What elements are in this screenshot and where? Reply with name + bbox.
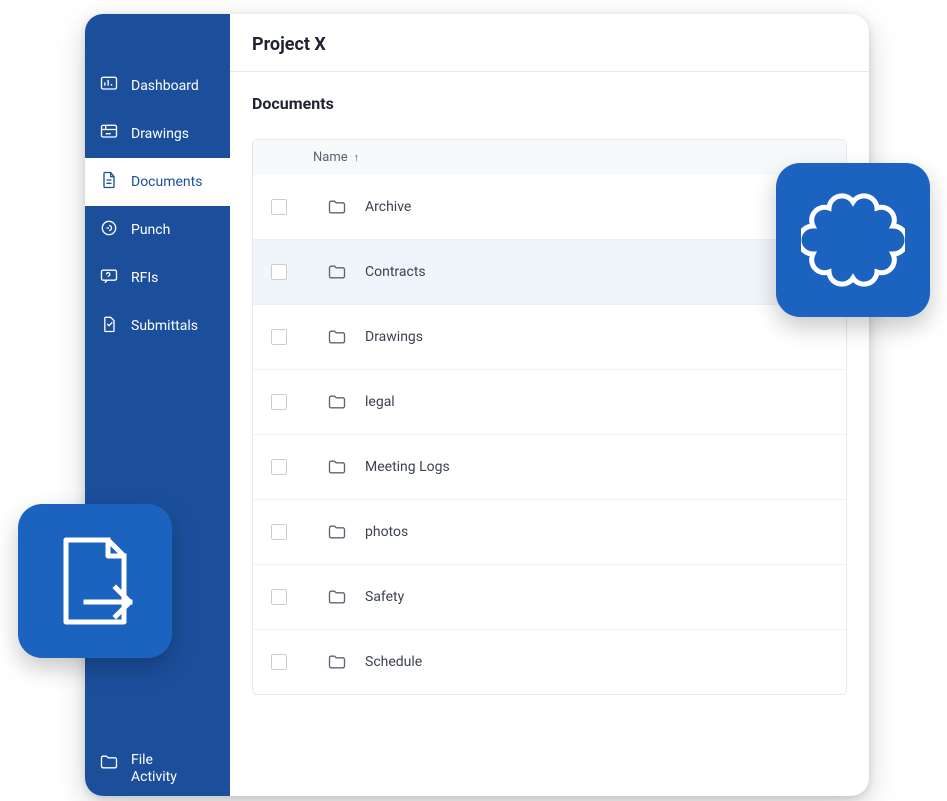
sidebar-item-documents[interactable]: Documents	[85, 158, 230, 206]
folder-icon	[327, 522, 347, 542]
table-row[interactable]: Contracts	[253, 239, 846, 304]
sidebar-item-label: Submittals	[131, 318, 198, 334]
row-checkbox[interactable]	[271, 654, 287, 670]
table-row[interactable]: Meeting Logs	[253, 434, 846, 499]
table-row[interactable]: Drawings	[253, 304, 846, 369]
sidebar: Dashboard Drawings Doc	[85, 14, 230, 796]
app-window: Dashboard Drawings Doc	[85, 14, 869, 796]
submittals-icon	[99, 314, 119, 338]
table-row[interactable]: Safety	[253, 564, 846, 629]
sidebar-item-submittals[interactable]: Submittals	[85, 302, 230, 350]
rfi-icon	[99, 266, 119, 290]
documents-table: Name ↑ Archive Contracts Drawings legal Meet…	[252, 139, 847, 695]
row-name: Contracts	[365, 264, 426, 280]
sidebar-item-label: RFIs	[131, 270, 158, 286]
folder-icon	[327, 262, 347, 282]
row-checkbox[interactable]	[271, 524, 287, 540]
sidebar-item-punch[interactable]: Punch	[85, 206, 230, 254]
documents-icon	[99, 170, 119, 194]
row-name: legal	[365, 394, 395, 410]
main-panel: Project X Documents Name ↑ Archive Contra…	[230, 14, 869, 796]
folder-icon	[327, 587, 347, 607]
folder-icon	[327, 392, 347, 412]
row-checkbox[interactable]	[271, 329, 287, 345]
sidebar-item-drawings[interactable]: Drawings	[85, 110, 230, 158]
dashboard-icon	[99, 74, 119, 98]
folder-icon	[327, 197, 347, 217]
folder-icon	[327, 327, 347, 347]
row-checkbox[interactable]	[271, 459, 287, 475]
sidebar-item-label: Dashboard	[131, 78, 199, 94]
table-row[interactable]: legal	[253, 369, 846, 434]
flower-badge	[776, 163, 930, 317]
row-checkbox[interactable]	[271, 264, 287, 280]
folder-icon	[99, 752, 119, 776]
table-body: Archive Contracts Drawings legal Meeting Log…	[253, 175, 846, 694]
row-name: Drawings	[365, 329, 423, 345]
titlebar: Project X	[230, 14, 869, 72]
sidebar-item-file-activity[interactable]: File Activity	[85, 740, 230, 796]
row-name: Schedule	[365, 654, 422, 670]
sidebar-item-label: File Activity	[131, 752, 177, 786]
section-title: Documents	[230, 72, 869, 123]
punch-icon	[99, 218, 119, 242]
table-header[interactable]: Name ↑	[253, 140, 846, 175]
row-name: Safety	[365, 589, 404, 605]
sidebar-item-dashboard[interactable]: Dashboard	[85, 62, 230, 110]
row-checkbox[interactable]	[271, 589, 287, 605]
page-title: Project X	[252, 34, 847, 55]
table-row[interactable]: Archive	[253, 175, 846, 239]
folder-icon	[327, 457, 347, 477]
sidebar-nav: Dashboard Drawings Doc	[85, 14, 230, 350]
row-name: Archive	[365, 199, 411, 215]
sidebar-item-label: Punch	[131, 222, 170, 238]
sidebar-item-label: Drawings	[131, 126, 189, 142]
column-header-name: Name	[313, 150, 348, 165]
row-name: Meeting Logs	[365, 459, 450, 475]
table-row[interactable]: photos	[253, 499, 846, 564]
folder-icon	[327, 652, 347, 672]
export-file-badge	[18, 504, 172, 658]
table-row[interactable]: Schedule	[253, 629, 846, 694]
row-checkbox[interactable]	[271, 394, 287, 410]
row-checkbox[interactable]	[271, 199, 287, 215]
sidebar-item-label: Documents	[131, 174, 202, 190]
row-name: photos	[365, 524, 408, 540]
sidebar-item-rfis[interactable]: RFIs	[85, 254, 230, 302]
drawings-icon	[99, 122, 119, 146]
sort-ascending-icon: ↑	[354, 151, 360, 164]
